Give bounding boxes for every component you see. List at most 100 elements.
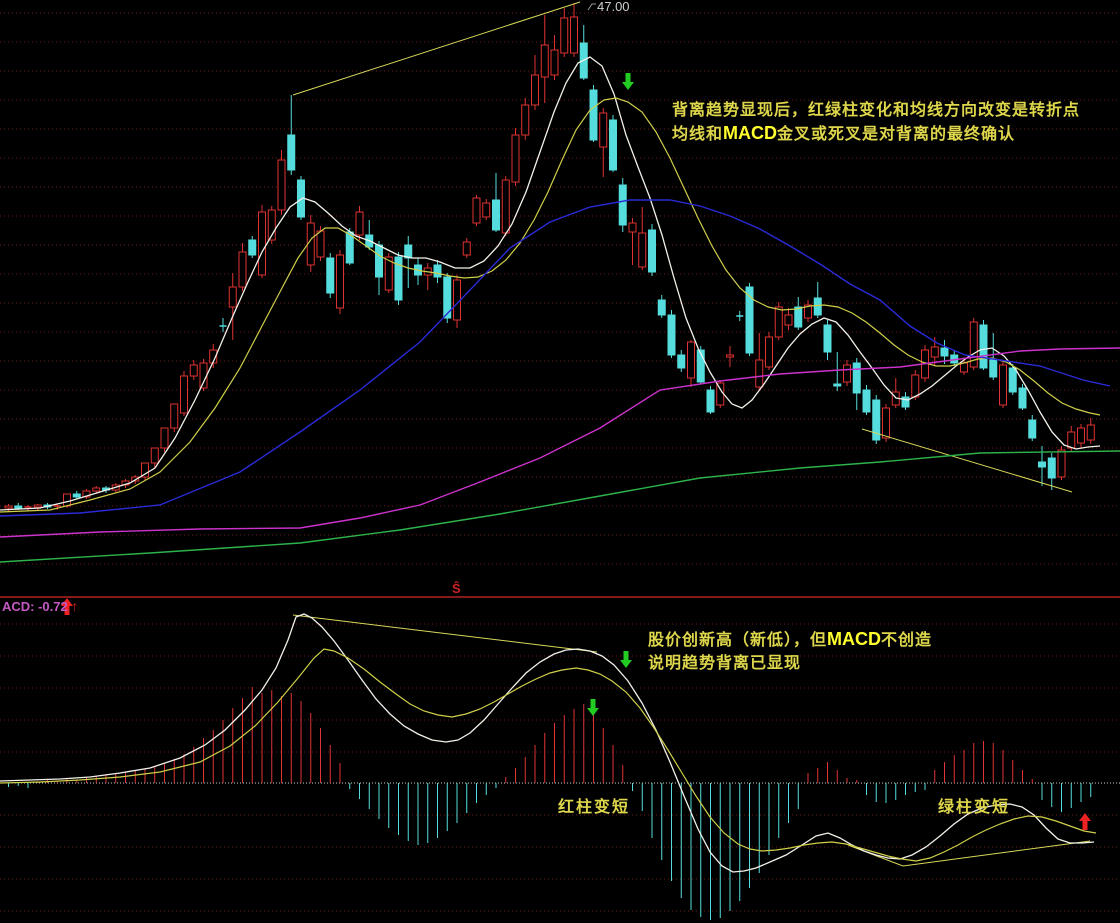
- candle-up: [259, 212, 266, 275]
- candle-up: [1000, 365, 1007, 405]
- candle-down: [15, 506, 22, 508]
- candle-up: [356, 212, 363, 235]
- macd-lows-line: [848, 841, 1090, 866]
- annotation-line: 不创造: [881, 632, 932, 649]
- candle-up: [239, 252, 246, 287]
- candle-up: [34, 505, 41, 507]
- candle-up: [64, 494, 71, 506]
- label-red-bars-shorten: 红柱变短: [558, 793, 630, 817]
- candle-up: [502, 180, 509, 233]
- candle-down: [678, 355, 685, 368]
- candle-up: [551, 50, 558, 75]
- candle-down: [249, 240, 256, 255]
- candle-down: [834, 384, 841, 386]
- macd-highlight: MACD: [723, 123, 777, 143]
- candle-down: [668, 315, 675, 355]
- candle-up: [931, 347, 938, 357]
- annotation-divergence-rule: 背离趋势显现后，红绿柱变化和均线方向改变是转折点 均线和MACD金叉或死叉是对背…: [672, 99, 1080, 146]
- candle-up: [1087, 425, 1094, 440]
- candle-down: [327, 258, 334, 293]
- annotation-line: 背离趋势显现后，红绿柱变化和均线方向改变是转折点: [672, 102, 1080, 119]
- ma-long-blue: [0, 200, 1110, 516]
- macd-up-arrow-glyph: ↑: [71, 598, 78, 614]
- candle-down: [795, 307, 802, 327]
- candle-up: [317, 231, 324, 257]
- divider-marker: Ŝ: [452, 581, 461, 596]
- candle-down: [1019, 388, 1026, 408]
- candle-up: [337, 255, 344, 308]
- candle-down: [707, 390, 714, 412]
- candle-down: [941, 348, 948, 356]
- stock-chart-screen: 背离趋势显现后，红绿柱变化和均线方向改变是转折点 均线和MACD金叉或死叉是对背…: [0, 0, 1120, 923]
- candle-down: [658, 300, 665, 315]
- candle-down: [590, 90, 597, 140]
- candle-up: [171, 404, 178, 428]
- candle-down: [649, 230, 656, 272]
- candle-up: [912, 375, 919, 397]
- candle-down: [434, 265, 441, 277]
- candle-up: [844, 365, 851, 382]
- peak-tick-mark: [588, 4, 596, 10]
- candle-up: [785, 315, 792, 325]
- macd-highlight: MACD: [827, 629, 881, 649]
- candle-up: [756, 360, 763, 387]
- candle-up: [883, 408, 890, 438]
- candle-up: [181, 376, 188, 413]
- candle-up: [600, 113, 607, 147]
- candle-up: [961, 363, 968, 372]
- candle-up: [512, 135, 519, 182]
- candle-down: [980, 325, 987, 368]
- candle-down: [1048, 458, 1055, 478]
- candle-up: [629, 223, 636, 232]
- annotation-line: 说明趋势背离已显现: [648, 655, 801, 672]
- candle-up: [1068, 432, 1075, 448]
- candle-down: [990, 360, 997, 377]
- candle-down: [619, 185, 626, 225]
- candle-down: [493, 200, 500, 230]
- label-green-bars-shorten: 绿柱变短: [938, 793, 1010, 817]
- annotation-divergence-shown: 股价创新高（新低），但MACD不创造 说明趋势背离已显现: [648, 628, 932, 675]
- candle-down: [1039, 462, 1046, 467]
- sell-signal-arrow-macd-1-icon: [620, 651, 632, 668]
- candle-up: [278, 160, 285, 210]
- candle-up: [93, 488, 100, 491]
- candle-down: [376, 245, 383, 277]
- candle-down: [73, 494, 80, 497]
- sell-signal-arrow-price-icon: [622, 73, 634, 90]
- macd-value-text: ACD: -0.72: [2, 599, 68, 614]
- annotation-line: 均线和: [672, 126, 723, 143]
- candle-up: [766, 337, 773, 367]
- candle-up: [229, 287, 236, 307]
- candle-up: [151, 448, 158, 463]
- candle-up: [561, 18, 568, 53]
- candle-down: [288, 135, 295, 170]
- annotation-line: 金叉或死叉是对背离的最终确认: [777, 126, 1015, 143]
- candle-up: [775, 307, 782, 337]
- candle-up: [717, 383, 724, 405]
- candle-up: [639, 233, 646, 267]
- candle-down: [814, 298, 821, 315]
- candle-down: [863, 390, 870, 412]
- candle-up: [190, 365, 197, 376]
- candle-up: [1058, 450, 1065, 477]
- candle-up: [5, 506, 12, 508]
- candle-down: [902, 397, 909, 407]
- candle-up: [1078, 428, 1085, 443]
- macd-dea-line: [0, 649, 1096, 861]
- candle-down: [1009, 368, 1016, 392]
- peak-price-label: 47.00: [597, 0, 630, 14]
- candle-up: [483, 203, 490, 217]
- candle-up: [463, 242, 470, 255]
- sell-signal-arrow-macd-2-icon: [587, 699, 599, 716]
- candle-up: [571, 17, 578, 53]
- candle-down: [824, 325, 831, 352]
- candle-up: [532, 75, 539, 105]
- buy-signal-arrow-macd-icon: [1079, 813, 1091, 830]
- candle-up: [541, 45, 548, 77]
- candle-down: [1029, 420, 1036, 438]
- macd-indicator-value: ACD: -0.72 ↑: [2, 598, 78, 614]
- candle-up: [688, 342, 695, 378]
- annotation-line: 股价创新高（新低），但: [648, 632, 827, 649]
- candle-up: [522, 105, 529, 135]
- candle-down: [610, 120, 617, 170]
